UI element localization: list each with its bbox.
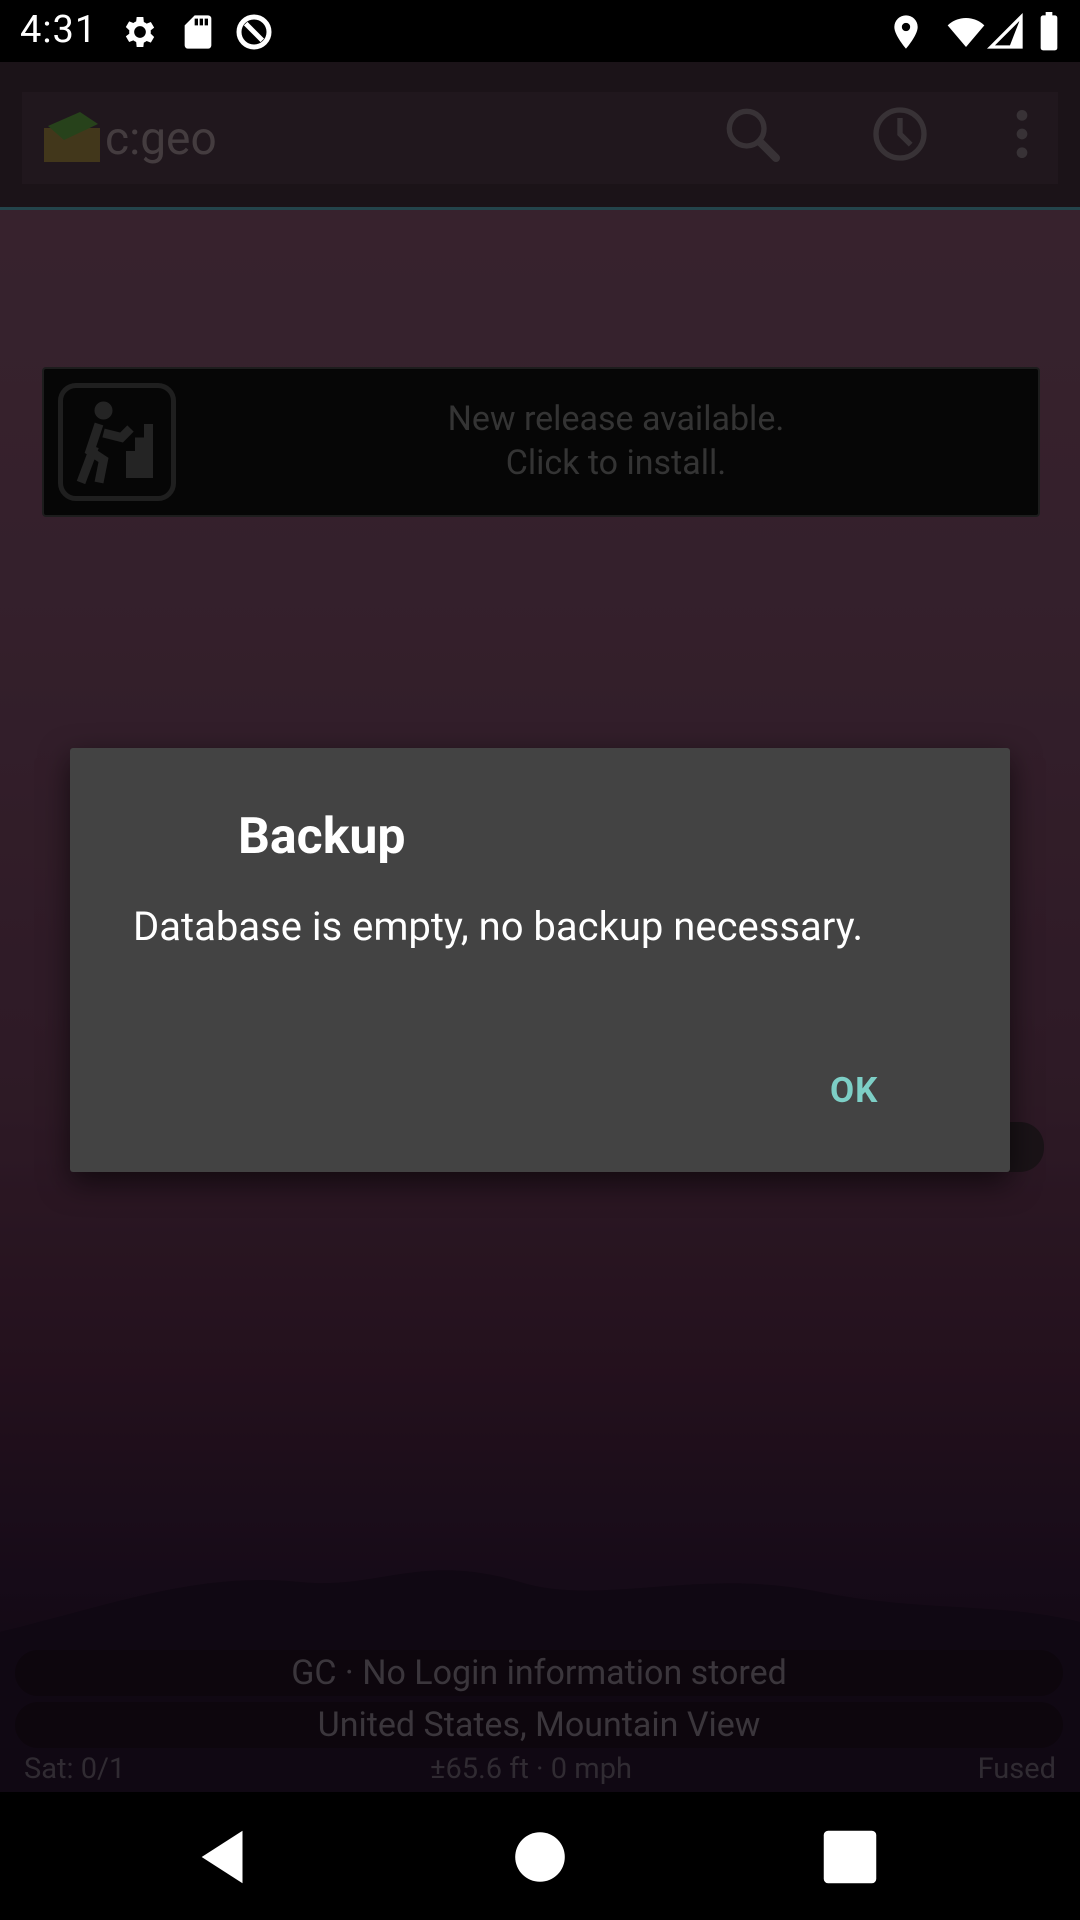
data-saver-icon	[236, 14, 272, 50]
sd-card-icon	[184, 15, 212, 49]
dialog-title: Backup	[238, 808, 406, 866]
login-status[interactable]: GC · No Login information stored	[15, 1650, 1063, 1696]
ok-button[interactable]: OK	[830, 1070, 878, 1111]
home-icon[interactable]	[505, 1822, 575, 1892]
mountain-silhouette	[0, 1570, 1080, 1792]
satellite-count: Sat: 0/1	[24, 1752, 126, 1786]
app-title: c:geo	[105, 112, 217, 166]
location-icon	[894, 15, 918, 49]
status-bar: 4:31	[0, 0, 1080, 62]
battery-icon	[1040, 12, 1058, 51]
recents-icon[interactable]	[815, 1822, 885, 1892]
location-provider: Fused	[977, 1752, 1056, 1786]
overflow-menu-icon[interactable]	[1000, 102, 1044, 166]
status-time: 4:31	[20, 8, 98, 52]
update-banner[interactable]: New release available. Click to install.	[42, 367, 1040, 517]
banner-line-1: New release available.	[447, 399, 785, 439]
navigation-bar	[0, 1792, 1080, 1920]
search-icon[interactable]	[720, 102, 784, 166]
toolbar-field	[22, 92, 1058, 184]
signal-icon	[986, 12, 1023, 49]
wifi-icon	[947, 18, 985, 47]
banner-line-2: Click to install.	[505, 443, 727, 483]
back-icon[interactable]	[190, 1822, 260, 1892]
hiker-icon	[58, 383, 176, 501]
app-logo-icon	[44, 112, 100, 162]
history-icon[interactable]	[868, 102, 932, 166]
backup-dialog: Backup Database is empty, no backup nece…	[70, 748, 1010, 1172]
app-toolbar	[0, 62, 1080, 210]
dialog-message: Database is empty, no backup necessary.	[133, 903, 864, 950]
settings-icon	[125, 17, 155, 47]
accuracy-speed: ±65.6 ft · 0 mph	[430, 1752, 632, 1786]
location-text[interactable]: United States, Mountain View	[15, 1702, 1063, 1748]
